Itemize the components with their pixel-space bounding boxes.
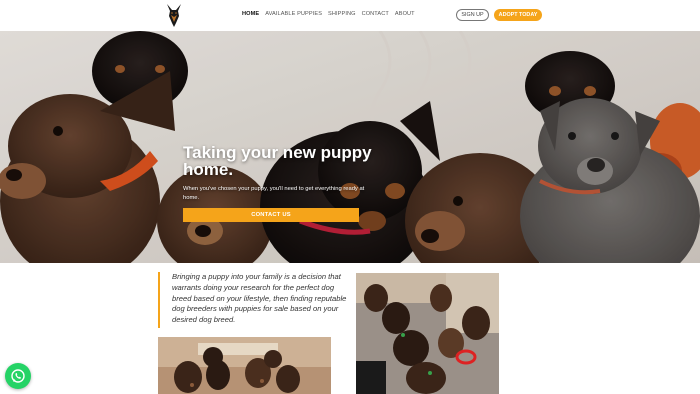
adopt-today-button[interactable]: ADOPT TODAY	[494, 9, 542, 21]
whatsapp-icon	[11, 369, 25, 383]
intro-quote-text: Bringing a puppy into your family is a d…	[172, 272, 347, 325]
whatsapp-chat-button[interactable]	[5, 363, 31, 389]
nav-home[interactable]: HOME	[242, 11, 259, 17]
puppies-photo-left	[158, 337, 331, 394]
hero-subtitle: When you've chosen your puppy, you'll ne…	[183, 186, 365, 201]
nav-shipping[interactable]: SHIPPING	[328, 11, 356, 17]
puppies-photo-right	[356, 273, 499, 394]
intro-quote: Bringing a puppy into your family is a d…	[158, 272, 348, 328]
nav-about[interactable]: ABOUT	[395, 11, 415, 17]
contact-us-button[interactable]: CONTACT US	[183, 208, 359, 222]
nav-contact[interactable]: CONTACT	[362, 11, 389, 17]
doberman-logo-icon[interactable]	[163, 3, 185, 28]
sign-up-button[interactable]: SIGN UP	[456, 9, 489, 21]
nav-available-puppies[interactable]: AVAILABLE PUPPIES	[265, 11, 322, 17]
hero-slider: Taking your new puppy home. When you've …	[0, 31, 700, 263]
main-nav: HOME AVAILABLE PUPPIES SHIPPING CONTACT …	[242, 11, 415, 17]
hero-title: Taking your new puppy home.	[183, 143, 372, 179]
site-header: HOME AVAILABLE PUPPIES SHIPPING CONTACT …	[0, 0, 700, 31]
